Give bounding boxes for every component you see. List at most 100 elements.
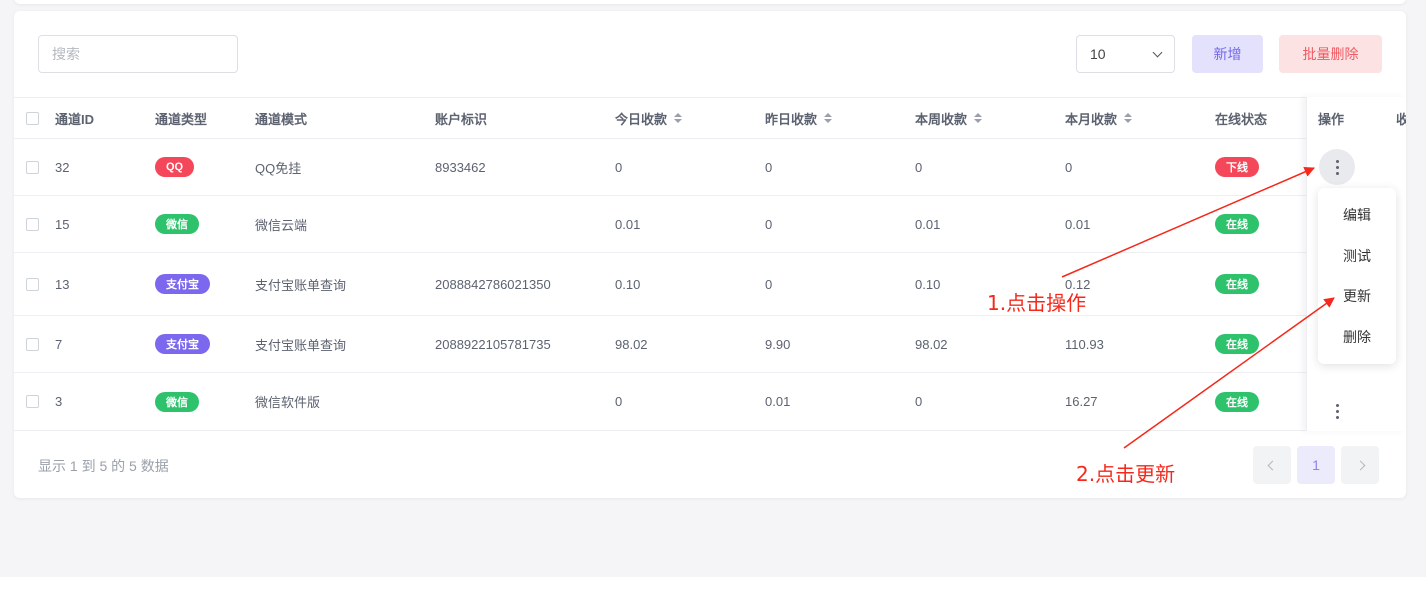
table-row: 7 支付宝 支付宝账单查询 2088922105781735 98.02 9.90 98.0… bbox=[14, 316, 1406, 373]
dot-icon bbox=[1335, 171, 1339, 175]
header-yesterday[interactable]: 昨日收款 bbox=[765, 98, 833, 138]
header-week[interactable]: 本周收款 bbox=[915, 98, 983, 138]
cell-account: 2088922105781735 bbox=[435, 336, 551, 352]
row-action-button[interactable] bbox=[1319, 149, 1355, 185]
search-input[interactable] bbox=[38, 35, 238, 73]
header-extra: 收 bbox=[1396, 111, 1406, 127]
cell-today: 0.10 bbox=[615, 276, 641, 292]
cell-id: 13 bbox=[55, 276, 70, 292]
header-month-label: 本月收款 bbox=[1065, 111, 1118, 127]
cell-week: 0.01 bbox=[915, 216, 941, 232]
cell-mode: QQ免挂 bbox=[255, 160, 302, 176]
dot-icon bbox=[1335, 409, 1339, 413]
next-page-button[interactable] bbox=[1341, 446, 1379, 484]
bottom-strip bbox=[0, 577, 1426, 599]
status-badge: 下线 bbox=[1215, 157, 1259, 177]
row-checkbox-cell bbox=[26, 373, 39, 430]
channel-type-badge: 支付宝 bbox=[155, 334, 210, 354]
row-checkbox[interactable] bbox=[26, 337, 39, 351]
chevron-left-icon bbox=[1267, 460, 1277, 470]
cell-type: QQ bbox=[155, 139, 195, 195]
header-status: 在线状态 bbox=[1215, 111, 1268, 127]
cell-week: 0 bbox=[915, 159, 923, 175]
channel-type-badge: 微信 bbox=[155, 391, 199, 412]
cell-status: 下线 bbox=[1215, 139, 1259, 195]
page-size-select[interactable]: 10 bbox=[1076, 35, 1175, 73]
cell-type: 微信 bbox=[155, 196, 199, 252]
sort-icon bbox=[1124, 113, 1133, 123]
page-size-value: 10 bbox=[1090, 46, 1106, 62]
sort-icon bbox=[674, 113, 683, 123]
cell-id: 7 bbox=[55, 336, 63, 352]
menu-item-delete[interactable]: 删除 bbox=[1318, 322, 1396, 352]
row-checkbox[interactable] bbox=[26, 217, 39, 231]
table-row: 15 微信 微信云端 0.01 0 0.01 0.01 在线 bbox=[14, 196, 1406, 253]
menu-item-edit[interactable]: 编辑 bbox=[1318, 200, 1396, 230]
header-account: 账户标识 bbox=[435, 111, 488, 127]
row-checkbox[interactable] bbox=[26, 277, 39, 291]
cell-today: 0 bbox=[615, 394, 623, 409]
prev-page-button[interactable] bbox=[1253, 446, 1291, 484]
cell-status: 在线 bbox=[1215, 196, 1259, 252]
cell-week: 98.02 bbox=[915, 336, 948, 352]
dot-icon bbox=[1335, 159, 1339, 163]
dot-icon bbox=[1335, 165, 1339, 169]
channel-table-card: 10 新增 批量删除 通道ID 通道类型 通道模式 账户标识 今日收款 昨日收款… bbox=[14, 11, 1406, 498]
cell-yesterday: 0 bbox=[765, 159, 773, 175]
row-checkbox[interactable] bbox=[26, 395, 39, 408]
row-action-button[interactable] bbox=[1319, 393, 1355, 429]
channel-type-badge: 支付宝 bbox=[155, 274, 210, 294]
add-button[interactable]: 新增 bbox=[1192, 35, 1263, 73]
cell-status: 在线 bbox=[1215, 316, 1259, 372]
cell-account: 2088842786021350 bbox=[435, 276, 551, 292]
menu-item-update[interactable]: 更新 bbox=[1318, 281, 1396, 311]
cell-mode: 微信云端 bbox=[255, 217, 308, 233]
row-checkbox-cell bbox=[26, 316, 39, 372]
cell-today: 98.02 bbox=[615, 336, 648, 352]
row-checkbox-cell bbox=[26, 196, 39, 252]
cell-status: 在线 bbox=[1215, 373, 1259, 430]
header-type: 通道类型 bbox=[155, 111, 208, 127]
cell-today: 0 bbox=[615, 159, 623, 175]
cell-month: 0 bbox=[1065, 159, 1073, 175]
annotation-step1: 1.点击操作 bbox=[987, 291, 1087, 315]
top-card bbox=[14, 0, 1406, 4]
cell-type: 支付宝 bbox=[155, 253, 210, 315]
cell-mode: 微信软件版 bbox=[255, 395, 321, 410]
dot-icon bbox=[1335, 403, 1339, 407]
row-checkbox[interactable] bbox=[26, 160, 39, 174]
cell-yesterday: 9.90 bbox=[765, 336, 791, 352]
cell-id: 3 bbox=[55, 394, 63, 409]
header-mode: 通道模式 bbox=[255, 111, 308, 127]
chevron-right-icon bbox=[1355, 460, 1365, 470]
cell-month: 16.27 bbox=[1065, 394, 1098, 409]
cell-type: 微信 bbox=[155, 373, 199, 430]
cell-status: 在线 bbox=[1215, 253, 1259, 315]
cell-week: 0 bbox=[915, 394, 923, 409]
chevron-down-icon bbox=[1152, 47, 1163, 57]
action-dropdown-menu: 编辑 测试 更新 删除 bbox=[1318, 188, 1396, 364]
status-badge: 在线 bbox=[1215, 334, 1259, 354]
annotation-step2: 2.点击更新 bbox=[1076, 462, 1176, 486]
header-action: 操作 bbox=[1318, 111, 1345, 127]
cell-yesterday: 0 bbox=[765, 276, 773, 292]
cell-mode: 支付宝账单查询 bbox=[255, 337, 347, 353]
sort-icon bbox=[824, 113, 833, 123]
pagination-summary: 显示 1 到 5 的 5 数据 bbox=[38, 458, 169, 474]
table-row: 3 微信 微信软件版 0 0.01 0 16.27 在线 bbox=[14, 373, 1406, 431]
bulk-delete-button[interactable]: 批量删除 bbox=[1279, 35, 1382, 73]
page-button-current[interactable]: 1 bbox=[1297, 446, 1335, 484]
cell-id: 32 bbox=[55, 159, 70, 175]
table-row: 13 支付宝 支付宝账单查询 2088842786021350 0.10 0 0.10 0.1… bbox=[14, 253, 1406, 316]
header-today[interactable]: 今日收款 bbox=[615, 98, 683, 138]
cell-type: 支付宝 bbox=[155, 316, 210, 372]
header-month[interactable]: 本月收款 bbox=[1065, 98, 1133, 138]
menu-item-test[interactable]: 测试 bbox=[1318, 241, 1396, 271]
header-yesterday-label: 昨日收款 bbox=[765, 111, 818, 127]
cell-id: 15 bbox=[55, 216, 70, 232]
table-header: 通道ID 通道类型 通道模式 账户标识 今日收款 昨日收款 本周收款 本月收款 … bbox=[14, 97, 1406, 139]
cell-today: 0.01 bbox=[615, 216, 641, 232]
cell-mode: 支付宝账单查询 bbox=[255, 277, 347, 293]
header-week-label: 本周收款 bbox=[915, 111, 968, 127]
select-all-checkbox[interactable] bbox=[26, 111, 39, 125]
